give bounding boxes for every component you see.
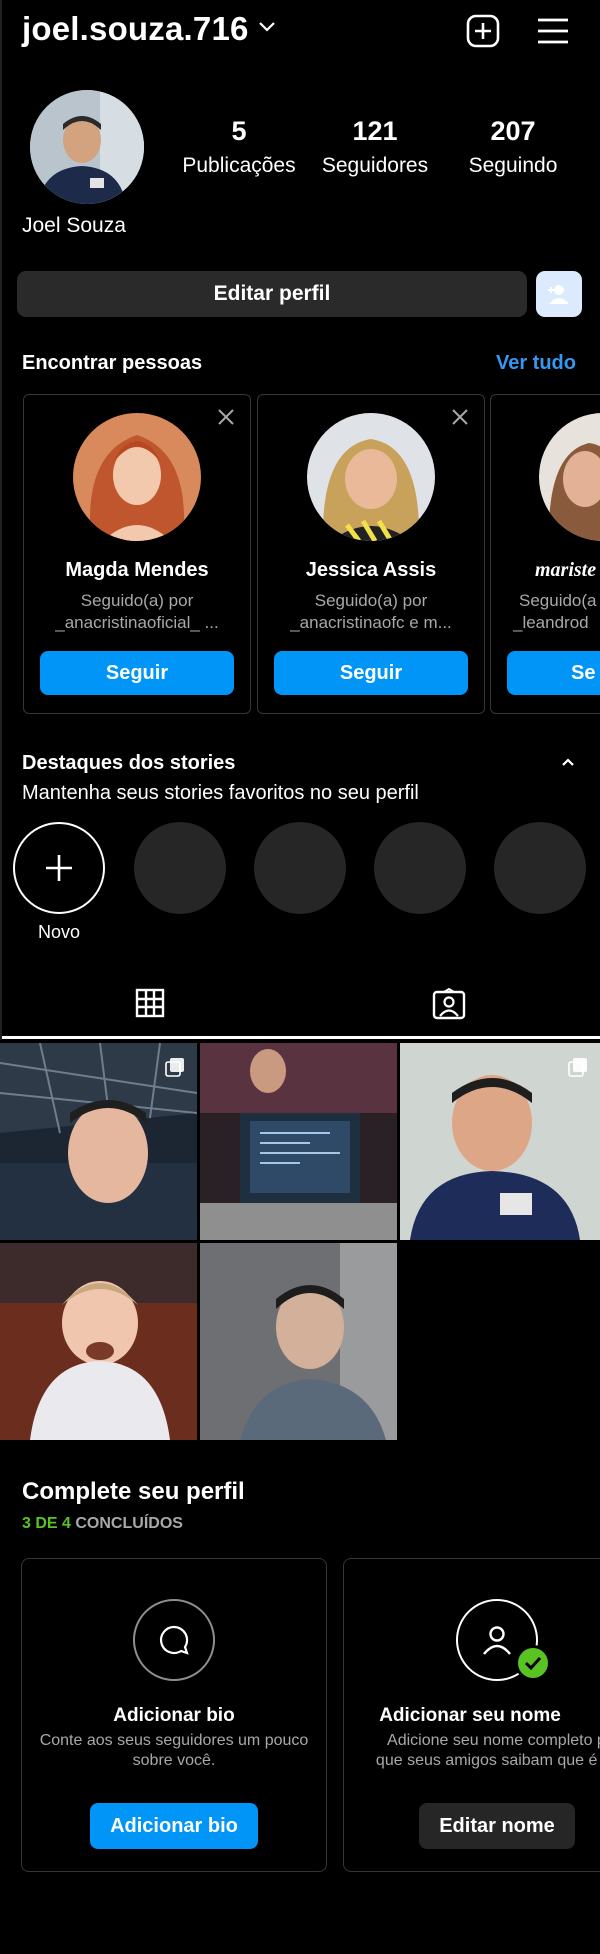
stat-following-label-wrap: Seguindo xyxy=(455,154,571,178)
edit-name-button[interactable]: Editar nome xyxy=(419,1803,575,1849)
highlight-placeholder xyxy=(254,822,346,914)
add-name-card: Adicionar seu nome Adicione seu nome com… xyxy=(343,1558,600,1872)
post-thumbnail[interactable] xyxy=(200,1243,397,1440)
stat-followers[interactable]: 121 xyxy=(330,116,420,147)
posts-count: 5 xyxy=(231,116,247,146)
highlights-title: Destaques dos stories xyxy=(22,752,236,774)
new-post-icon[interactable] xyxy=(466,14,500,48)
suggestion-card[interactable]: Jessica Assis Seguido(a) por _anacristin… xyxy=(257,394,485,714)
highlight-placeholder xyxy=(494,822,586,914)
highlight-placeholder xyxy=(134,822,226,914)
suggestion-name[interactable]: mariste xyxy=(535,559,600,582)
speech-bubble-icon xyxy=(159,1625,189,1655)
add-name-title: Adicionar seu nome xyxy=(379,1705,561,1726)
post-thumbnail[interactable] xyxy=(0,1043,197,1240)
multiple-photos-icon xyxy=(568,1058,587,1077)
full-name: Joel Souza xyxy=(22,214,126,237)
suggestion-name[interactable]: Magda Mendes xyxy=(24,559,250,582)
suggestion-card[interactable]: mariste Seguido(a _leandrod Se xyxy=(490,394,600,714)
menu-icon[interactable] xyxy=(536,16,570,46)
post-thumbnail[interactable] xyxy=(400,1043,600,1240)
suggestion-mutual-names: _anacristinaofc e m... xyxy=(290,613,452,632)
complete-profile-progress: 3 DE 4 CONCLUÍDOS xyxy=(22,1515,183,1533)
add-bio-card: Adicionar bio Conte aos seus seguidores … xyxy=(21,1558,327,1872)
new-highlight-button[interactable] xyxy=(13,822,105,914)
multiple-photos-icon xyxy=(165,1058,184,1077)
avatar[interactable] xyxy=(30,90,144,204)
top-bar: joel.souza.716 xyxy=(0,0,600,64)
follow-button[interactable]: Seguir xyxy=(40,651,234,695)
person-icon xyxy=(483,1626,511,1655)
stat-followers-label-wrap: Seguidores xyxy=(315,154,435,178)
following-label: Seguindo xyxy=(468,154,558,177)
chevron-down-icon[interactable] xyxy=(258,20,276,34)
active-tab-indicator xyxy=(0,1036,600,1039)
new-highlight-label: Novo xyxy=(37,922,81,942)
suggestion-avatar[interactable] xyxy=(539,413,600,541)
checkmark-icon xyxy=(515,1645,551,1681)
discover-people-button[interactable] xyxy=(536,271,582,317)
dismiss-icon[interactable] xyxy=(216,407,236,427)
divider xyxy=(0,0,2,1040)
suggestion-mutual-label: Seguido(a xyxy=(519,591,597,610)
suggestion-mutual-names: _leandrod xyxy=(513,613,589,632)
progress-label: CONCLUÍDOS xyxy=(75,1515,183,1532)
posts-label: Publicações xyxy=(182,154,296,177)
username[interactable]: joel.souza.716 xyxy=(22,10,249,48)
add-bio-title: Adicionar bio xyxy=(113,1705,235,1726)
see-all-link[interactable]: Ver tudo xyxy=(496,352,576,375)
plus-icon xyxy=(46,855,72,881)
complete-profile-title: Complete seu perfil xyxy=(22,1478,245,1505)
suggestion-avatar[interactable] xyxy=(73,413,201,541)
grid-icon[interactable] xyxy=(135,988,165,1018)
add-bio-button[interactable]: Adicionar bio xyxy=(90,1803,258,1849)
edit-profile-button[interactable]: Editar perfil xyxy=(17,271,527,317)
followers-count: 121 xyxy=(352,116,398,146)
add-person-icon xyxy=(548,285,569,304)
bio-icon-circle xyxy=(133,1599,215,1681)
add-bio-description: Conte aos seus seguidores um pouco sobre… xyxy=(39,1732,309,1769)
add-name-description: Adicione seu nome completo para que seus… xyxy=(375,1732,600,1769)
stat-following[interactable]: 207 xyxy=(468,116,558,147)
stat-posts-label-wrap: Publicações xyxy=(174,154,304,178)
post-thumbnail[interactable] xyxy=(200,1043,397,1240)
dismiss-icon[interactable] xyxy=(450,407,470,427)
followers-label: Seguidores xyxy=(321,154,429,177)
follow-button[interactable]: Se xyxy=(507,651,600,695)
suggestion-card[interactable]: Magda Mendes Seguido(a) por _anacristina… xyxy=(23,394,251,714)
following-count: 207 xyxy=(490,116,536,146)
follow-button[interactable]: Seguir xyxy=(274,651,468,695)
post-thumbnail[interactable] xyxy=(0,1243,197,1440)
highlight-placeholder xyxy=(374,822,466,914)
stat-posts[interactable]: 5 xyxy=(209,116,269,147)
chevron-up-icon[interactable] xyxy=(560,756,576,768)
suggestion-name[interactable]: Jessica Assis xyxy=(258,559,484,582)
tagged-icon[interactable] xyxy=(432,988,466,1020)
suggestion-avatar[interactable] xyxy=(307,413,435,541)
find-people-title: Encontrar pessoas xyxy=(22,352,203,374)
highlights-subtitle: Mantenha seus stories favoritos no seu p… xyxy=(22,782,419,804)
suggestion-mutual-label: Seguido(a) por xyxy=(80,591,194,610)
suggestion-mutual-label: Seguido(a) por xyxy=(314,591,428,610)
suggestion-mutual-names: _anacristinaoficial_ ... xyxy=(55,613,219,632)
progress-count: 3 DE 4 xyxy=(22,1515,71,1532)
